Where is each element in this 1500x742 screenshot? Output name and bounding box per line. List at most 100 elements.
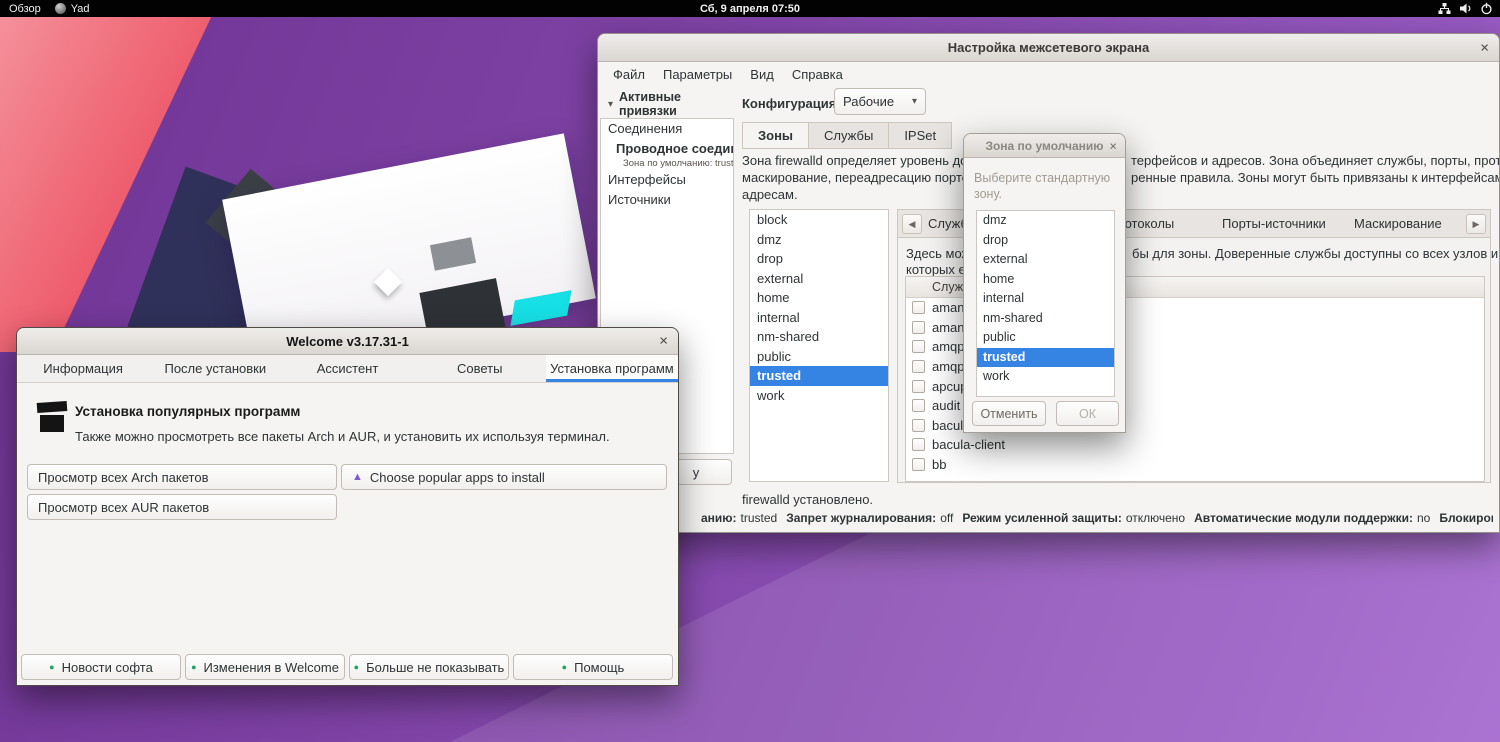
service-row[interactable]: bacula-client: [906, 435, 1484, 455]
active-bindings-expander[interactable]: ▾ Активные привязки: [600, 90, 734, 118]
network-icon[interactable]: [1438, 2, 1451, 15]
sidebar-item-sources[interactable]: Источники: [601, 190, 733, 210]
tab-information[interactable]: Информация: [17, 355, 149, 382]
zone-option-selected[interactable]: trusted: [977, 347, 1114, 367]
service-label: audit: [932, 398, 961, 414]
tab-services[interactable]: Службы: [808, 122, 889, 149]
zone-row[interactable]: drop: [750, 249, 888, 269]
zone-row[interactable]: internal: [750, 308, 888, 328]
close-icon[interactable]: ×: [1109, 139, 1117, 152]
browse-arch-packages-button[interactable]: Просмотр всех Arch пакетов: [27, 464, 337, 490]
firewall-window-title: Настройка межсетевого экрана: [947, 40, 1150, 55]
configuration-value: Рабочие: [843, 94, 895, 109]
checkbox[interactable]: [912, 320, 925, 334]
sidebar-item-interfaces[interactable]: Интерфейсы: [601, 170, 733, 190]
zone-description-line2-right: ренные правила. Зоны могут быть привязан…: [1131, 170, 1500, 185]
active-bindings-label: Активные привязки: [619, 90, 681, 118]
ok-button[interactable]: ОК: [1056, 401, 1119, 426]
main-tabs: Зоны Службы IPSet: [742, 122, 953, 149]
zone-option[interactable]: work: [977, 367, 1114, 387]
tab-scroll-right-icon[interactable]: ▶: [1466, 214, 1486, 234]
welcome-changes-button[interactable]: ● Изменения в Welcome: [185, 654, 345, 680]
dialog-zones-list: dmz drop external home internal nm-share…: [976, 210, 1115, 397]
zone-option[interactable]: home: [977, 270, 1114, 290]
zone-row-selected[interactable]: trusted: [750, 366, 888, 386]
tab-assistant[interactable]: Ассистент: [281, 355, 413, 382]
service-row[interactable]: bb: [906, 455, 1484, 475]
green-dot-icon: ●: [49, 662, 55, 672]
zone-row[interactable]: work: [750, 386, 888, 406]
browse-aur-packages-button[interactable]: Просмотр всех AUR пакетов: [27, 494, 337, 520]
menubar: Файл Параметры Вид Справка: [598, 62, 1499, 88]
dont-show-again-button[interactable]: ● Больше не показывать: [349, 654, 509, 680]
dialog-titlebar[interactable]: Зона по умолчанию ×: [964, 134, 1125, 158]
checkbox[interactable]: [912, 438, 925, 452]
tab-zone-masquerade[interactable]: Маскирование: [1354, 210, 1442, 238]
software-news-button[interactable]: ● Новости софта: [21, 654, 181, 680]
checkbox[interactable]: [912, 340, 925, 354]
install-heading: Установка популярных программ: [75, 404, 301, 419]
help-button[interactable]: ● Помощь: [513, 654, 673, 680]
dialog-prompt: Выберите стандартную зону.: [974, 171, 1111, 202]
zone-row[interactable]: external: [750, 269, 888, 289]
zone-option[interactable]: nm-shared: [977, 309, 1114, 329]
volume-icon[interactable]: [1459, 2, 1472, 15]
tab-scroll-left-icon[interactable]: ◀: [902, 214, 922, 234]
zone-row[interactable]: dmz: [750, 230, 888, 250]
connection-status-text: firewalld установлено.: [742, 492, 874, 507]
firewall-status-bar: анию: trusted Запрет журналирования: off Р…: [701, 511, 1493, 525]
chevron-down-icon: ▾: [911, 96, 917, 107]
checkbox[interactable]: [912, 301, 925, 315]
sidebar-item-wired-connection[interactable]: Проводное соединение: [601, 139, 733, 159]
service-label: bacula-client: [932, 437, 1005, 453]
zone-option[interactable]: internal: [977, 289, 1114, 309]
zone-option[interactable]: external: [977, 250, 1114, 270]
close-icon[interactable]: ×: [1480, 40, 1489, 55]
tab-after-install[interactable]: После установки: [149, 355, 281, 382]
zone-row[interactable]: block: [750, 210, 888, 230]
popular-apps-icon: ▲: [352, 471, 363, 483]
status-lockdown: Блокировка:отключено: [1439, 511, 1493, 525]
close-icon[interactable]: ×: [659, 334, 668, 349]
zone-row[interactable]: nm-shared: [750, 327, 888, 347]
checkbox[interactable]: [912, 418, 925, 432]
tab-zone-source-ports[interactable]: Порты-источники: [1222, 210, 1326, 238]
menu-item-options[interactable]: Параметры: [654, 62, 741, 88]
system-tray[interactable]: [1438, 0, 1493, 17]
checkbox[interactable]: [912, 458, 925, 472]
zone-row[interactable]: public: [750, 347, 888, 367]
choose-popular-apps-button[interactable]: ▲ Choose popular apps to install: [341, 464, 667, 490]
welcome-window: Welcome v3.17.31-1 × Информация После ус…: [16, 327, 679, 686]
chevron-down-icon: ▾: [608, 98, 614, 110]
zone-option[interactable]: public: [977, 328, 1114, 348]
checkbox[interactable]: [912, 379, 925, 393]
menu-item-help[interactable]: Справка: [783, 62, 852, 88]
zone-description-line1-left: Зона firewalld определяет уровень довер: [742, 153, 989, 168]
tab-ipset[interactable]: IPSet: [888, 122, 953, 149]
cancel-button[interactable]: Отменить: [972, 401, 1046, 426]
service-label: amqp: [932, 339, 965, 355]
checkbox[interactable]: [912, 399, 925, 413]
service-label: bb: [932, 457, 947, 473]
dialog-title: Зона по умолчанию: [985, 138, 1104, 153]
services-desc-right: бы для зоны. Доверенные службы доступны …: [1132, 246, 1499, 261]
tab-zones[interactable]: Зоны: [742, 122, 809, 149]
green-dot-icon: ●: [561, 662, 568, 672]
status-log-denied: Запрет журналирования: off: [786, 511, 954, 525]
zone-row[interactable]: home: [750, 288, 888, 308]
zone-option[interactable]: dmz: [977, 211, 1114, 231]
clock-button[interactable]: Сб, 9 апреля 07:50: [0, 3, 1500, 15]
welcome-titlebar[interactable]: Welcome v3.17.31-1 ×: [17, 328, 678, 355]
sidebar-item-connections[interactable]: Соединения: [601, 119, 733, 139]
tab-install-programs[interactable]: Установка программ: [545, 355, 678, 382]
menu-item-view[interactable]: Вид: [741, 62, 783, 88]
zone-option[interactable]: drop: [977, 231, 1114, 251]
firewall-titlebar[interactable]: Настройка межсетевого экрана ×: [598, 34, 1499, 62]
package-icon-lid: [36, 400, 68, 414]
configuration-dropdown[interactable]: Рабочие ▾: [834, 88, 926, 115]
menu-item-file[interactable]: Файл: [604, 62, 654, 88]
status-automatic-helpers: Автоматические модули поддержки: no: [1194, 511, 1431, 525]
checkbox[interactable]: [912, 360, 925, 374]
power-icon[interactable]: [1480, 2, 1493, 15]
tab-tips[interactable]: Советы: [414, 355, 546, 382]
